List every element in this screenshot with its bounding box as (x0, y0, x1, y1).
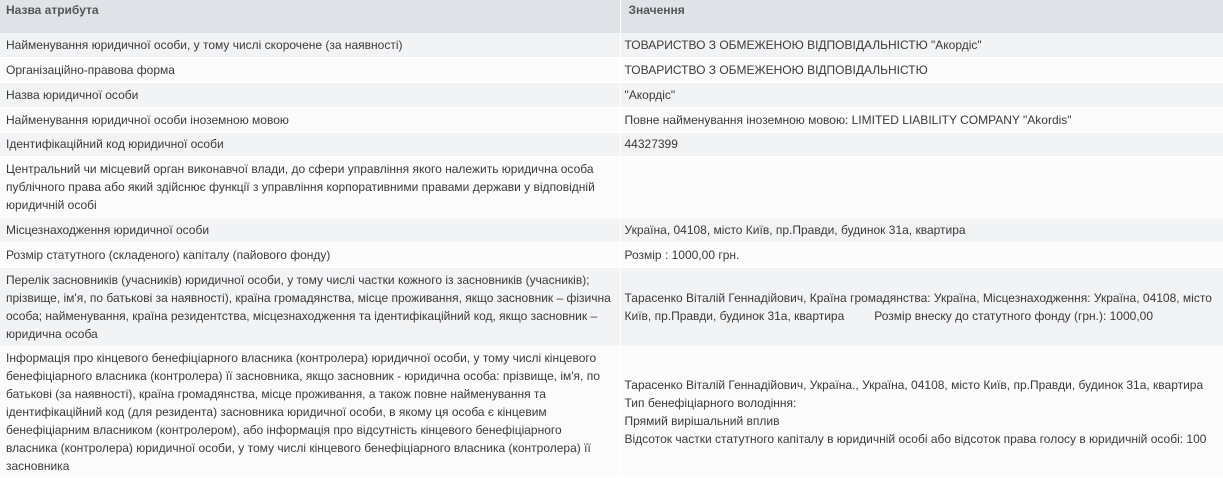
value-cell: 44327399 (620, 132, 1223, 157)
table-row: Ідентифікаційний код юридичної особи 443… (0, 132, 1223, 157)
attribute-cell: Ідентифікаційний код юридичної особи (0, 132, 621, 157)
value-cell: Повне найменування іноземною мовою: LIMI… (620, 107, 1223, 133)
table-header-row: Назва атрибута Значення (0, 0, 1223, 33)
value-cell: ТОВАРИСТВО З ОБМЕЖЕНОЮ ВІДПОВІДАЛЬНІСТЮ … (620, 33, 1223, 58)
value-cell: Тарасенко Віталій Геннадійович, Країна г… (620, 267, 1223, 347)
attribute-cell: Перелік засновників (учасників) юридично… (0, 267, 621, 347)
table-row: Назва юридичної особи "Акордіс" (0, 82, 1223, 108)
column-header-value[interactable]: Значення (620, 0, 1223, 33)
attribute-cell: Найменування юридичної особи іноземною м… (0, 107, 621, 133)
value-cell: Тарасенко Віталій Геннадійович, Україна.… (620, 346, 1223, 478)
beneficiary-name: Тарасенко Віталій Геннадійович, Україна.… (624, 377, 1204, 392)
table-row: Перелік засновників (учасників) юридично… (0, 267, 1223, 347)
value-cell (620, 156, 1223, 218)
table-row: Інформація про кінцевого бенефіціарного … (0, 346, 1223, 478)
table-row: Місцезнаходження юридичної особи Україна… (0, 217, 1223, 243)
ownership-percentage: Відсоток частки статутного капіталу в юр… (624, 431, 1207, 446)
attribute-cell: Найменування юридичної особи, у тому чис… (0, 33, 621, 58)
table-row: Найменування юридичної особи іноземною м… (0, 107, 1223, 133)
table-row: Найменування юридичної особи, у тому чис… (0, 33, 1223, 58)
value-cell: ТОВАРИСТВО З ОБМЕЖЕНОЮ ВІДПОВІДАЛЬНІСТЮ (620, 57, 1223, 83)
attribute-cell: Назва юридичної особи (0, 82, 621, 108)
value-cell: "Акордіс" (620, 82, 1223, 108)
contribution-info: Розмір внеску до статутного фонду (грн.)… (874, 308, 1154, 323)
beneficial-ownership-type-label: Тип бенефіціарного володіння: (624, 395, 797, 410)
attribute-cell: Центральний чи місцевий орган виконавчої… (0, 156, 621, 218)
beneficial-ownership-type: Прямий вирішальний вплив (624, 413, 780, 428)
value-cell: Україна, 04108, місто Київ, пр.Правди, б… (620, 217, 1223, 243)
table-row: Центральний чи місцевий орган виконавчої… (0, 156, 1223, 218)
attribute-cell: Організаційно-правова форма (0, 57, 621, 83)
attribute-cell: Місцезнаходження юридичної особи (0, 217, 621, 243)
attributes-table: Назва атрибута Значення Найменування юри… (0, 0, 1223, 478)
attribute-cell: Інформація про кінцевого бенефіціарного … (0, 346, 621, 478)
attribute-cell: Розмір статутного (складеного) капіталу … (0, 242, 621, 268)
column-header-attribute[interactable]: Назва атрибута (0, 0, 621, 33)
table-row: Розмір статутного (складеного) капіталу … (0, 242, 1223, 268)
table-row: Організаційно-правова форма ТОВАРИСТВО З… (0, 57, 1223, 83)
value-cell: Розмір : 1000,00 грн. (620, 242, 1223, 268)
